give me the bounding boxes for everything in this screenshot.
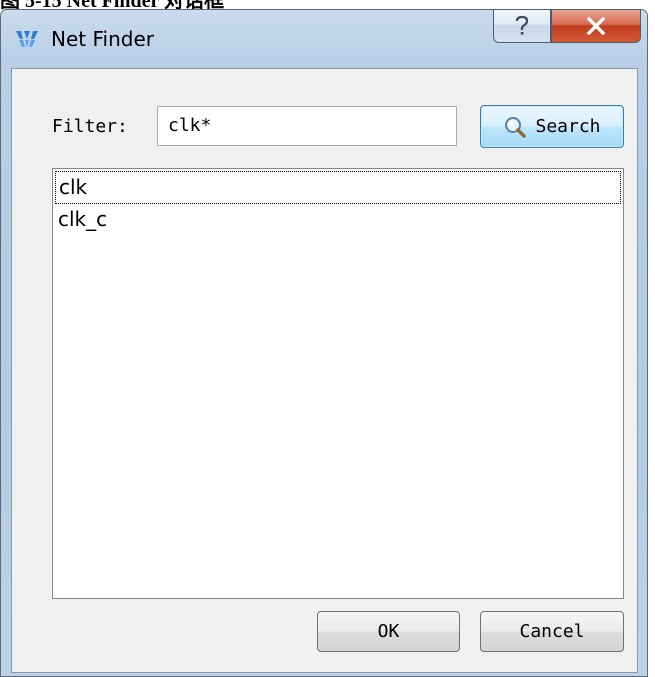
close-button[interactable] [551, 9, 641, 43]
list-item-clk-c[interactable]: clk_c [55, 204, 621, 237]
app-logo-icon [16, 31, 38, 47]
search-button-label: Search [535, 116, 601, 137]
magnifier-icon [505, 116, 527, 138]
window-title: Net Finder [51, 27, 154, 51]
search-button[interactable]: Search [480, 105, 624, 148]
filter-input[interactable]: clk* [157, 106, 457, 146]
question-mark-icon [515, 15, 529, 35]
net-finder-dialog: Net Finder Filter: clk* Search clk clk_c… [0, 9, 648, 677]
filter-label: Filter: [52, 116, 128, 137]
net-results-list[interactable]: clk clk_c [52, 168, 624, 599]
dialog-body: Filter: clk* Search clk clk_c OK Cancel [11, 68, 638, 673]
ok-button[interactable]: OK [317, 611, 460, 652]
help-button[interactable] [493, 9, 551, 43]
list-item-clk[interactable]: clk [55, 171, 621, 204]
cancel-button[interactable]: Cancel [480, 611, 624, 652]
title-bar[interactable]: Net Finder [1, 9, 647, 68]
close-x-icon [586, 17, 606, 35]
